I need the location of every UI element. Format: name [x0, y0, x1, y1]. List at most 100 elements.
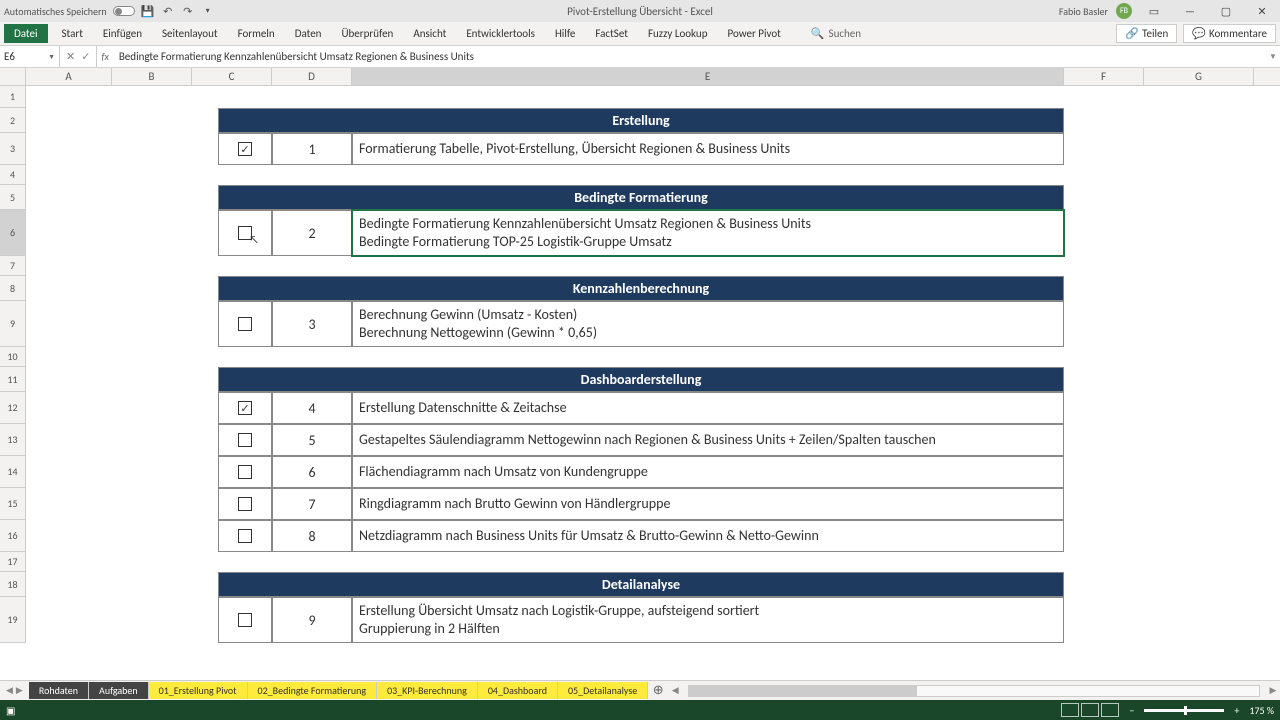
- ribbon-tab-factset[interactable]: FactSet: [585, 24, 638, 43]
- section-header: Kennzahlenberechnung: [218, 276, 1064, 301]
- row-header[interactable]: 6: [0, 210, 26, 256]
- name-box[interactable]: E6▼: [0, 46, 60, 67]
- checkbox[interactable]: [238, 317, 252, 331]
- sheet-tab-bar: ◀ ▶ RohdatenAufgaben01_Erstellung Pivot0…: [0, 680, 1280, 700]
- zoom-in-icon[interactable]: +: [1234, 704, 1239, 717]
- row-header[interactable]: 10: [0, 347, 26, 367]
- row-header[interactable]: 17: [0, 552, 26, 572]
- sheet-tab[interactable]: Aufgaben: [89, 682, 149, 699]
- checkbox[interactable]: ✓: [238, 142, 252, 156]
- add-sheet-icon[interactable]: ⊕: [648, 683, 668, 698]
- row-header[interactable]: 19: [0, 597, 26, 643]
- expand-formula-icon[interactable]: ▼: [1266, 52, 1280, 62]
- task-description: Flächendiagramm nach Umsatz von Kundengr…: [352, 456, 1064, 488]
- sheet-tab[interactable]: 05_Detailanalyse: [558, 682, 648, 699]
- row-header[interactable]: 5: [0, 185, 26, 210]
- row-header[interactable]: 14: [0, 456, 26, 488]
- autosave-toggle[interactable]: [113, 6, 135, 16]
- page-layout-view-icon[interactable]: [1081, 703, 1099, 717]
- zoom-slider[interactable]: [1144, 709, 1224, 712]
- formula-input[interactable]: Bedingte Formatierung Kennzahlenübersich…: [113, 50, 1266, 63]
- undo-icon[interactable]: ↶: [161, 4, 175, 18]
- row-header[interactable]: 11: [0, 367, 26, 392]
- qat-more-icon[interactable]: ▾: [201, 4, 215, 18]
- row-header[interactable]: 4: [0, 165, 26, 185]
- select-all-corner[interactable]: [0, 68, 26, 85]
- checkbox[interactable]: [238, 433, 252, 447]
- horizontal-scrollbar[interactable]: [688, 685, 1260, 697]
- status-bar: ▣ − + 175 %: [0, 700, 1280, 720]
- checkbox[interactable]: [238, 465, 252, 479]
- ribbon-tab-fuzzy lookup[interactable]: Fuzzy Lookup: [638, 24, 718, 43]
- hscroll-right-icon[interactable]: ▶: [1266, 685, 1280, 696]
- zoom-level[interactable]: 175 %: [1249, 704, 1274, 717]
- ribbon-tab-ansicht[interactable]: Ansicht: [403, 24, 456, 43]
- ribbon-tab-seitenlayout[interactable]: Seitenlayout: [152, 24, 228, 43]
- ribbon-tab-einfügen[interactable]: Einfügen: [93, 24, 152, 43]
- ribbon-tab-daten[interactable]: Daten: [285, 24, 332, 43]
- task-checkbox-cell: ✓: [218, 133, 272, 165]
- minimize-icon[interactable]: —: [1176, 1, 1204, 21]
- share-button[interactable]: 🔗Teilen: [1116, 24, 1177, 43]
- checkbox[interactable]: [238, 529, 252, 543]
- sheet-tab[interactable]: 01_Erstellung Pivot: [149, 682, 248, 699]
- file-tab[interactable]: Datei: [4, 24, 48, 43]
- maximize-icon[interactable]: ▢: [1212, 1, 1240, 21]
- col-header[interactable]: G: [1144, 68, 1254, 85]
- row-header[interactable]: 18: [0, 572, 26, 597]
- ribbon-display-icon[interactable]: ▭: [1140, 1, 1168, 21]
- checkbox[interactable]: [238, 613, 252, 627]
- ribbon-tab-start[interactable]: Start: [52, 24, 93, 43]
- sheet-nav-first-icon[interactable]: ◀: [6, 685, 13, 696]
- task-description: Netzdiagramm nach Business Units für Ums…: [352, 520, 1064, 552]
- sheet-tab[interactable]: 04_Dashboard: [478, 682, 558, 699]
- ribbon-tab-entwicklertools[interactable]: Entwicklertools: [456, 24, 545, 43]
- cancel-formula-icon[interactable]: ✕: [66, 50, 75, 63]
- sheet-tab[interactable]: 02_Bedingte Formatierung: [248, 682, 378, 699]
- row-header[interactable]: 7: [0, 256, 26, 276]
- user-avatar[interactable]: FB: [1116, 3, 1132, 19]
- row-header[interactable]: 3: [0, 133, 26, 165]
- row-header[interactable]: 15: [0, 488, 26, 520]
- ribbon-tab-power pivot[interactable]: Power Pivot: [717, 24, 790, 43]
- row-header[interactable]: 13: [0, 424, 26, 456]
- col-header[interactable]: A: [26, 68, 112, 85]
- row-header[interactable]: 1: [0, 86, 26, 108]
- checkbox[interactable]: ✓: [238, 401, 252, 415]
- autosave-label: Automatisches Speichern: [4, 5, 107, 18]
- hscroll-left-icon[interactable]: ◀: [668, 685, 682, 696]
- tell-me-search[interactable]: 🔍 Suchen: [811, 27, 861, 40]
- comments-button[interactable]: 💬Kommentare: [1183, 24, 1276, 43]
- fx-icon[interactable]: fx: [97, 50, 112, 63]
- row-header[interactable]: 16: [0, 520, 26, 552]
- ribbon-tab-überprüfen[interactable]: Überprüfen: [331, 24, 403, 43]
- col-header[interactable]: C: [192, 68, 272, 85]
- sheet-nav-last-icon[interactable]: ▶: [16, 685, 23, 696]
- col-header[interactable]: D: [272, 68, 352, 85]
- col-header[interactable]: E: [352, 68, 1064, 85]
- ribbon-tab-hilfe[interactable]: Hilfe: [545, 24, 585, 43]
- zoom-out-icon[interactable]: −: [1129, 704, 1134, 717]
- ribbon-tab-formeln[interactable]: Formeln: [228, 24, 285, 43]
- sheet-tab[interactable]: Rohdaten: [29, 682, 89, 699]
- row-header[interactable]: 8: [0, 276, 26, 301]
- column-headers: A B C D E F G: [0, 68, 1280, 86]
- section-header: Detailanalyse: [218, 572, 1064, 597]
- col-header[interactable]: F: [1064, 68, 1144, 85]
- worksheet-grid[interactable]: A B C D E F G 12Erstellung3✓1Formatierun…: [0, 68, 1280, 680]
- record-macro-icon[interactable]: ▣: [6, 704, 15, 717]
- redo-icon[interactable]: ↷: [181, 4, 195, 18]
- normal-view-icon[interactable]: [1061, 703, 1079, 717]
- row-header[interactable]: 2: [0, 108, 26, 133]
- cursor-icon: ↖: [249, 233, 259, 246]
- close-icon[interactable]: ✕: [1248, 1, 1276, 21]
- enter-formula-icon[interactable]: ✓: [81, 50, 90, 63]
- save-icon[interactable]: 💾: [141, 4, 155, 18]
- sheet-tab[interactable]: 03_KPI-Berechnung: [377, 682, 478, 699]
- row-header[interactable]: 12: [0, 392, 26, 424]
- page-break-view-icon[interactable]: [1101, 703, 1119, 717]
- col-header[interactable]: B: [112, 68, 192, 85]
- section-header: Erstellung: [218, 108, 1064, 133]
- row-header[interactable]: 9: [0, 301, 26, 347]
- checkbox[interactable]: [238, 497, 252, 511]
